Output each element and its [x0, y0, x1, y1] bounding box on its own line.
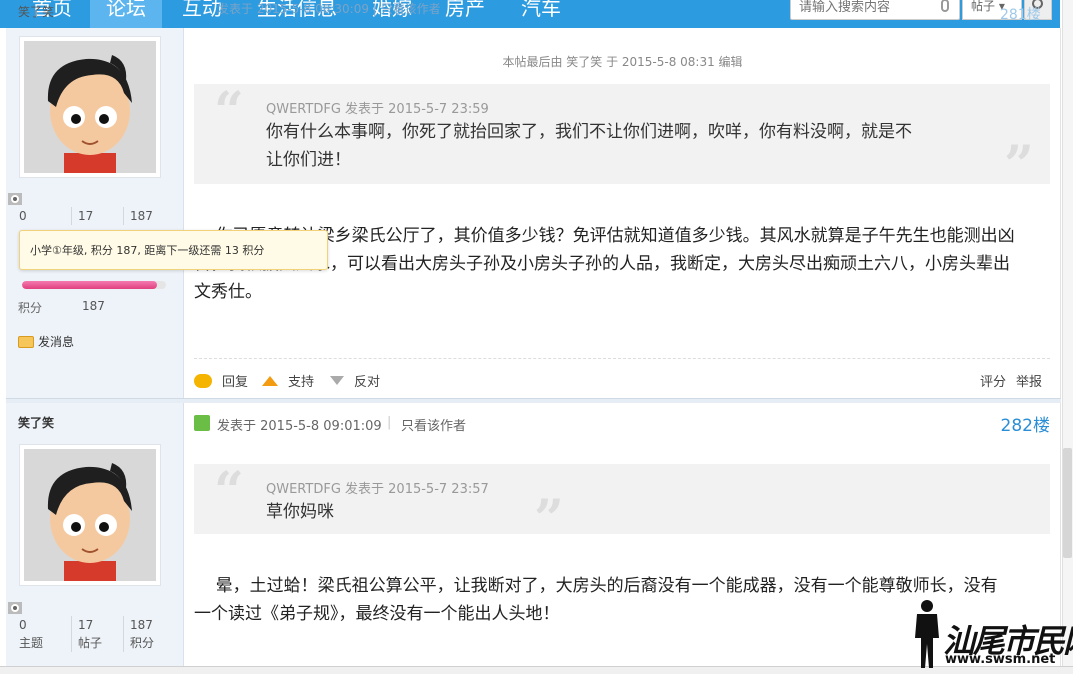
stat-posts-label: 帖子 — [78, 636, 103, 650]
stat-posts[interactable]: 17 帖子 — [71, 616, 123, 652]
separator: | — [387, 415, 392, 430]
open-quote-icon: “ — [214, 461, 244, 522]
previous-floor-number[interactable]: 281楼 — [1000, 4, 1041, 24]
author-stats: 0 主题 17 帖子 187 积分 — [19, 616, 179, 652]
underlying-username: 笑了笑 — [18, 5, 55, 19]
quote-meta[interactable]: QWERTDFG 发表于 2015-5-7 23:57 — [266, 478, 489, 497]
score-value: 187 — [82, 299, 105, 313]
stat-threads[interactable]: 0 主题 — [19, 616, 71, 652]
search-input[interactable] — [799, 0, 939, 18]
score-row: 积分 187 — [18, 299, 105, 316]
vertical-scrollbar[interactable] — [1062, 0, 1073, 666]
online-status-icon — [7, 599, 23, 614]
nav-auto[interactable]: 汽车 — [505, 0, 577, 28]
stat-credits[interactable]: 187 积分 — [123, 616, 175, 652]
site-watermark: 汕尾市民网 www.swsm.net — [905, 598, 1073, 670]
post-time: 发表于 2015-5-8 09:01:09 — [217, 419, 382, 434]
only-author-link[interactable]: 只看该作者 — [401, 415, 466, 434]
avatar-cartoon-icon — [24, 449, 156, 581]
microphone-icon[interactable] — [941, 0, 949, 12]
scrollbar-thumb[interactable] — [1063, 448, 1072, 558]
post-body-line-2: 一个读过《弟子规》，最终没有一个能出人头地！ — [194, 604, 560, 624]
stat-credits[interactable]: 187 — [123, 207, 175, 225]
online-status-icon — [7, 190, 23, 205]
nav-forum[interactable]: 论坛 — [90, 0, 162, 28]
post-header: 发表于 2015-5-8 09:01:09 | 只看该作者 282楼 — [194, 415, 1050, 437]
stat-threads[interactable]: 0 — [19, 207, 71, 225]
close-quote-icon: ” — [534, 489, 564, 550]
avatar-cartoon-icon — [24, 41, 156, 173]
quote-block: “ QWERTDFG 发表于 2015-5-7 23:57 草你妈咪 ” — [194, 461, 1050, 546]
floor-number[interactable]: 282楼 — [1001, 411, 1050, 436]
watermark-url: www.swsm.net — [945, 652, 1056, 667]
stat-credits-value: 187 — [130, 618, 153, 632]
author-online-icon — [194, 415, 210, 431]
post-282-body: 发表于 2015-5-8 09:01:09 | 只看该作者 282楼 “ QWE… — [184, 28, 1061, 668]
search-box[interactable] — [790, 0, 960, 20]
send-message-link[interactable]: 发消息 — [18, 333, 74, 350]
author-stats: 0 17 187 — [19, 207, 179, 225]
underlying-post-meta: 发表于 2015-5-8 08:30:09 | 只看该作者 — [217, 2, 441, 16]
score-label: 积分 — [18, 301, 43, 315]
person-silhouette-icon — [915, 600, 939, 668]
avatar[interactable] — [19, 36, 161, 178]
quote-text: 草你妈咪 — [266, 502, 334, 522]
envelope-icon — [18, 335, 34, 348]
author-username[interactable]: 笑了笑 — [18, 414, 54, 431]
level-progress-fill — [22, 281, 158, 289]
level-progress-bar — [22, 281, 166, 289]
level-tooltip: 小学①年级, 积分 187, 距离下一级还需 13 积分 — [19, 230, 328, 270]
send-message-label: 发消息 — [38, 335, 75, 349]
stat-credits-label: 积分 — [130, 636, 155, 650]
search-type-label: 帖子 — [971, 0, 996, 13]
stat-posts-value: 17 — [78, 618, 94, 632]
stat-threads-value: 0 — [19, 618, 27, 632]
stat-posts[interactable]: 17 — [71, 207, 123, 225]
avatar[interactable] — [19, 444, 161, 586]
stat-threads-label: 主题 — [19, 636, 44, 650]
top-nav: 首页 论坛 互动 生活信息 婚嫁 房产 汽车 发表于 2015-5-8 08:3… — [0, 0, 1060, 28]
